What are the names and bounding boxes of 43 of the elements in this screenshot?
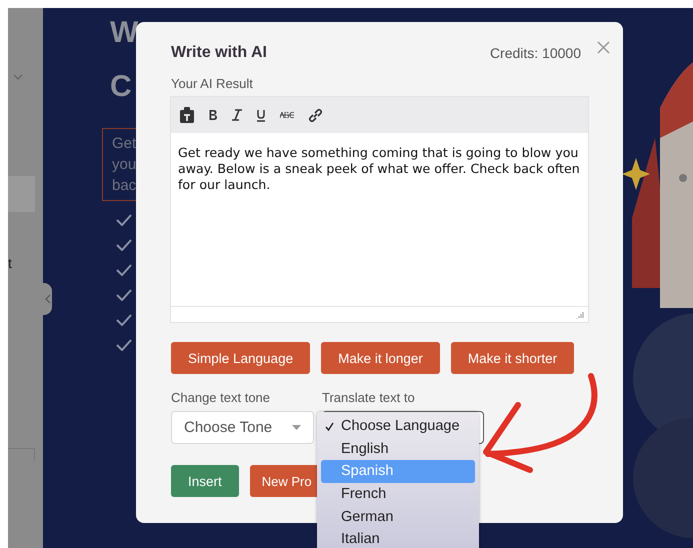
action-button[interactable]: Make it shorter [450,342,574,374]
insert-button[interactable]: Insert [171,465,239,497]
action-button[interactable]: Make it longer [321,342,440,374]
underline-icon[interactable] [256,108,266,122]
intro-text: bac [112,176,138,196]
menu-option[interactable]: German [321,505,475,528]
checkmark-icon [116,239,132,251]
resize-grip-icon[interactable] [576,310,584,318]
dialog-title: Write with AI [171,44,268,62]
paste-icon[interactable] [180,107,194,123]
intro-text: Get [112,134,138,154]
menu-option[interactable]: Choose Language [321,415,475,438]
editor-text: Get ready we have something coming that is going to blow you away. Below is a sneak peek of what we offer. Check back often for our launch. [177,144,581,194]
chevron-icon [13,74,23,80]
link-icon[interactable] [308,108,323,122]
sidebar-text: t [8,255,12,271]
checkmark-icon [116,214,132,226]
field-label: Your AI Result [171,76,254,91]
menu-option[interactable]: English [321,438,475,460]
resize-handle-icon [8,448,35,461]
intro-text: you [112,155,138,175]
checkmark-icon [116,289,132,301]
checkmark-icon [116,264,132,276]
checkmark-icon [116,339,132,351]
italic-icon[interactable] [232,109,242,121]
close-icon[interactable] [597,40,610,54]
strikethrough-icon[interactable] [280,112,294,118]
collapse-tab[interactable] [43,283,52,315]
panel-row [8,176,35,212]
credits-text: Credits: 10000 [490,45,581,61]
new-prompt-button[interactable]: New Pro [250,465,320,497]
action-button[interactable]: Simple Language [171,342,310,374]
rich-text-editor[interactable]: Get ready we have something coming that is going to blow you away. Below is a sneak peek of what we offer. Check back often for our launch. [171,97,588,322]
field-label: Translate text to [322,390,416,405]
chevron-icon [44,294,50,304]
menu-option[interactable]: French [321,482,475,506]
checkmark-icon [116,314,132,326]
field-label: Change text tone [171,390,272,405]
bold-icon[interactable] [208,109,218,121]
caret-icon [292,425,301,430]
tone-dropdown[interactable]: Choose Tone [171,411,314,444]
hero-heading-text: C [110,70,132,104]
menu-option[interactable]: Italian [321,528,475,548]
